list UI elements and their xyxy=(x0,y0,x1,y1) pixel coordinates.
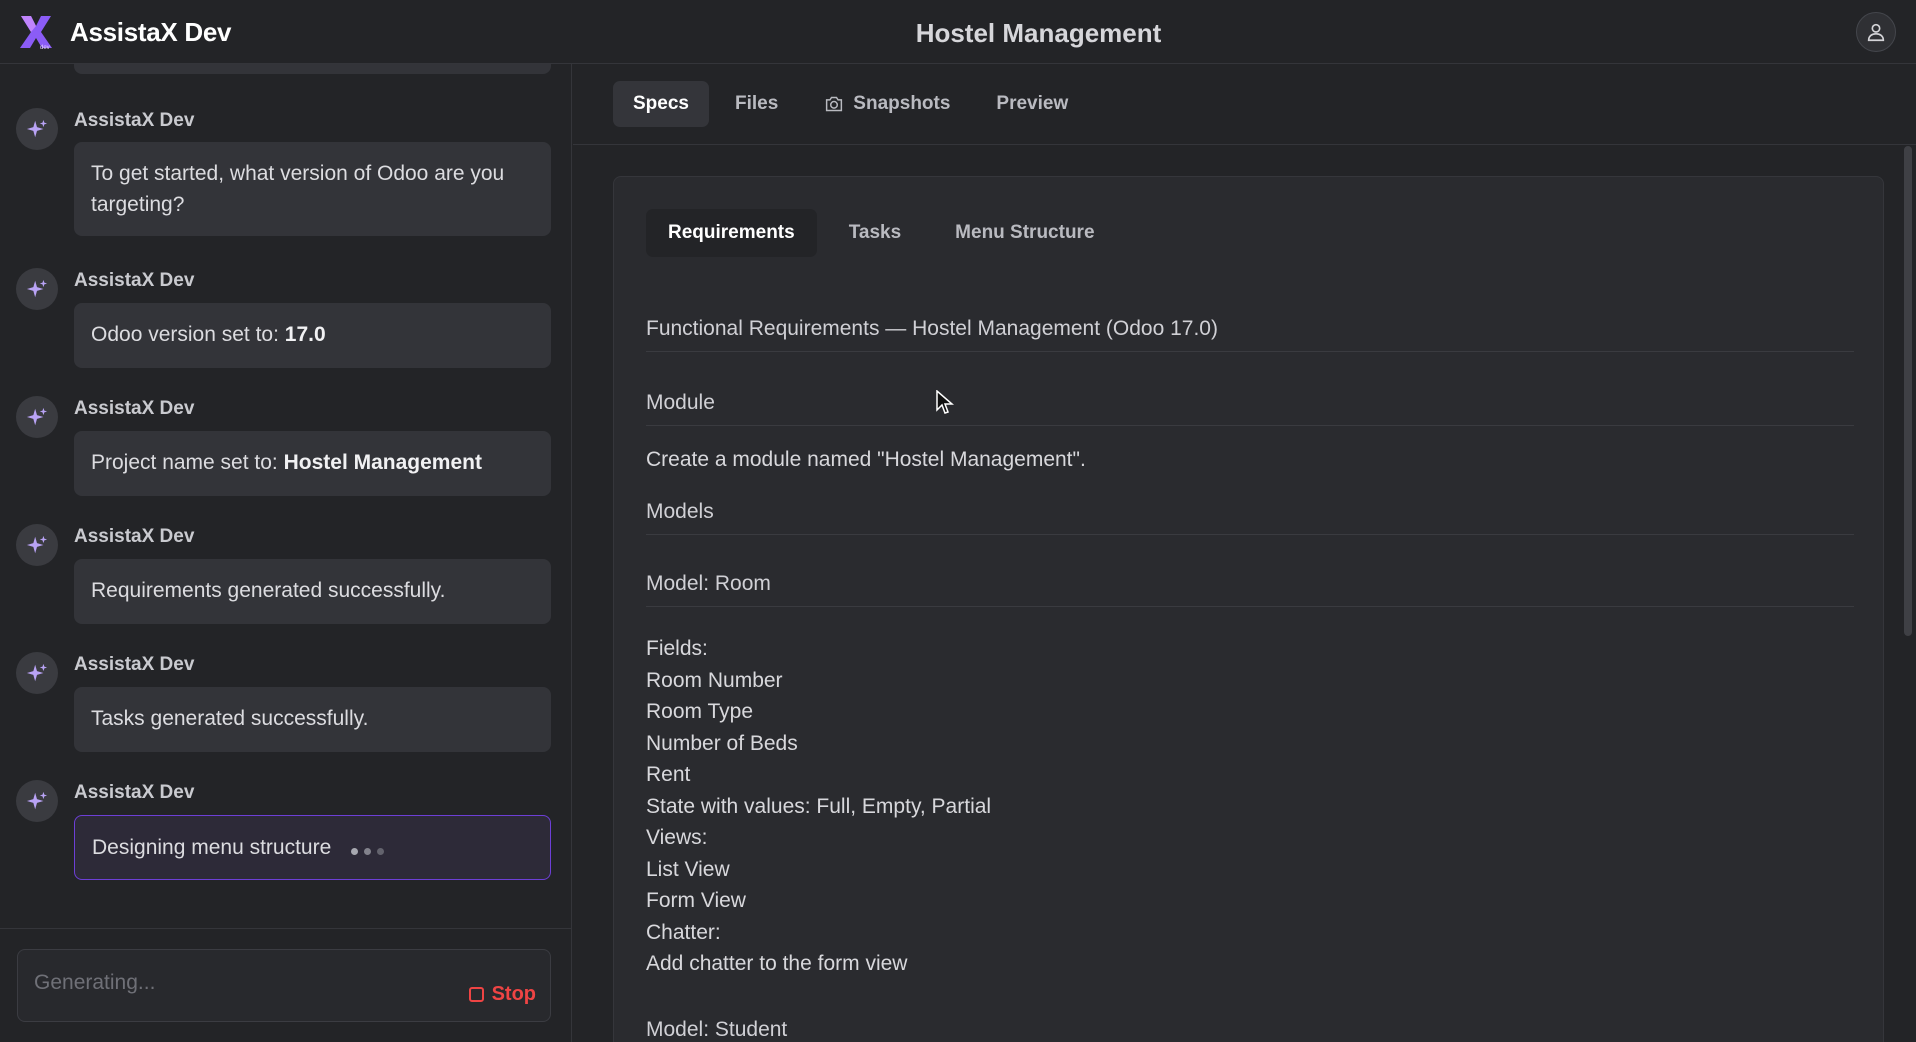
message-bubble: Requirements generated successfully. xyxy=(74,559,551,624)
divider xyxy=(573,144,1916,145)
spec-line: Room Number xyxy=(646,668,783,692)
tab-label: Files xyxy=(734,93,779,114)
message-bubble: Odoo version set to: 17.0 xyxy=(74,303,551,368)
assistant-avatar xyxy=(16,396,58,438)
scrollbar[interactable] xyxy=(1904,146,1912,636)
tab-specs[interactable]: Specs xyxy=(613,81,709,127)
message-sender: AssistaX Dev xyxy=(74,110,195,131)
tab-preview[interactable]: Preview xyxy=(976,81,1088,127)
tab-label: Specs xyxy=(633,93,689,114)
user-menu-button[interactable] xyxy=(1856,12,1896,52)
message-value: 17.0 xyxy=(284,323,326,346)
divider xyxy=(0,928,572,929)
doc-title: Functional Requirements — Hostel Managem… xyxy=(646,317,1854,352)
section-heading-module: Module xyxy=(646,391,1854,426)
message-text: To get started, what version of Odoo are… xyxy=(91,162,505,216)
assistant-avatar xyxy=(16,780,58,822)
subtab-menu-structure[interactable]: Menu Structure xyxy=(933,209,1116,257)
chat-panel: AssistaX Dev To get started, what versio… xyxy=(0,64,572,1042)
stop-button[interactable]: Stop xyxy=(468,983,536,1006)
mouse-cursor-icon xyxy=(936,390,954,414)
message-text: Designing menu structure xyxy=(92,836,332,859)
message-bubble-active: Designing menu structure xyxy=(74,815,551,880)
spec-line: Number of Beds xyxy=(646,731,798,755)
sparkle-icon xyxy=(26,791,48,810)
spec-line: Rent xyxy=(646,763,691,786)
chat-input[interactable] xyxy=(34,968,414,998)
spec-line: Room Type xyxy=(646,700,753,723)
subtab-label: Tasks xyxy=(848,222,902,243)
section-heading-models: Models xyxy=(646,500,1854,535)
sparkle-icon xyxy=(26,535,48,554)
message-sender: AssistaX Dev xyxy=(74,526,195,547)
model-heading-student: Model: Student xyxy=(646,1017,788,1041)
assistant-avatar xyxy=(16,652,58,694)
subtab-label: Menu Structure xyxy=(955,222,1095,243)
spec-line: Views: xyxy=(646,826,708,849)
assistant-avatar xyxy=(16,108,58,150)
spec-line: Fields: xyxy=(646,637,708,660)
camera-icon xyxy=(826,96,843,112)
tab-snapshots[interactable]: Snapshots xyxy=(804,81,970,127)
stop-icon xyxy=(468,987,484,1002)
typing-indicator xyxy=(351,833,390,864)
subtab-requirements[interactable]: Requirements xyxy=(646,209,817,257)
sparkle-icon xyxy=(26,119,48,138)
workspace-panel: Specs Files Snapshots Preview Requiremen… xyxy=(573,64,1916,1042)
message-bubble: Tasks generated successfully. xyxy=(74,687,551,752)
spec-line: List View xyxy=(646,857,730,881)
chat-message-list[interactable]: AssistaX Dev To get started, what versio… xyxy=(0,64,572,928)
spec-line: Form View xyxy=(646,889,746,912)
tab-files[interactable]: Files xyxy=(715,81,798,127)
chat-bubble-partial xyxy=(74,64,551,74)
specs-card: Requirements Tasks Menu Structure Functi… xyxy=(613,176,1884,1042)
top-bar: dev AssistaX Dev Hostel Management xyxy=(0,0,1916,64)
spec-line: Add chatter to the form view xyxy=(646,952,908,975)
stop-button-label: Stop xyxy=(491,983,536,1005)
sparkle-icon xyxy=(26,663,48,682)
message-sender: AssistaX Dev xyxy=(74,398,195,419)
message-value: Hostel Management xyxy=(283,451,482,474)
message-sender: AssistaX Dev xyxy=(74,654,195,675)
assistant-avatar xyxy=(16,268,58,310)
requirements-document: Functional Requirements — Hostel Managem… xyxy=(646,317,1854,1042)
chat-composer: Stop xyxy=(17,949,551,1022)
subtab-label: Requirements xyxy=(668,222,795,243)
subtab-tasks[interactable]: Tasks xyxy=(827,209,923,257)
message-sender: AssistaX Dev xyxy=(74,782,195,803)
main-tabs: Specs Files Snapshots Preview xyxy=(613,81,1088,127)
spec-line: Chatter: xyxy=(646,920,721,944)
assistant-avatar xyxy=(16,524,58,566)
sparkle-icon xyxy=(26,279,48,298)
message-bubble: Project name set to: Hostel Management xyxy=(74,431,551,496)
message-sender: AssistaX Dev xyxy=(74,270,195,291)
model-heading-room: Model: Room xyxy=(646,572,1854,607)
message-text: Project name set to: xyxy=(91,451,284,474)
tab-label: Preview xyxy=(996,93,1069,114)
user-icon xyxy=(1867,23,1885,42)
message-bubble: To get started, what version of Odoo are… xyxy=(74,142,551,236)
message-text: Tasks generated successfully. xyxy=(91,707,369,730)
sparkle-icon xyxy=(26,407,48,426)
tab-label: Snapshots xyxy=(853,93,951,114)
message-text: Requirements generated successfully. xyxy=(91,579,446,602)
spec-line: State with values: Full, Empty, Partial xyxy=(646,794,992,818)
room-spec-list: Fields: Room Number Room Type Number of … xyxy=(646,633,1854,980)
page-title: Hostel Management xyxy=(915,18,1162,48)
spec-subtabs: Requirements Tasks Menu Structure xyxy=(646,209,1117,257)
module-description: Create a module named "Hostel Management… xyxy=(646,448,1086,471)
message-text: Odoo version set to: xyxy=(91,323,285,346)
